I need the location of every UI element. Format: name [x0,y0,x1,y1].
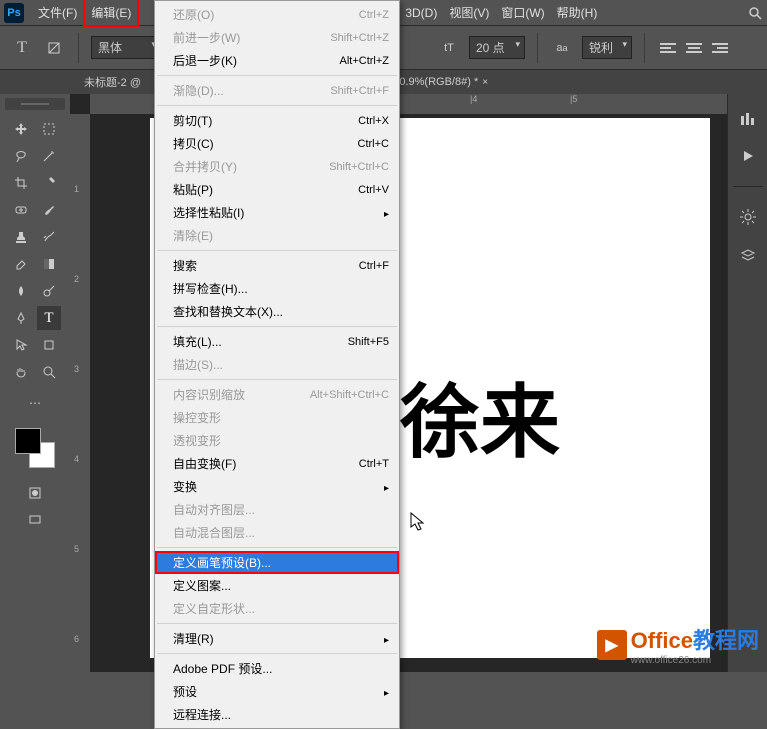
toolbox-grip[interactable] [5,98,65,110]
align-right-button[interactable] [709,38,731,58]
zoom-tool[interactable] [37,360,61,384]
menu-item: 自动对齐图层... [155,498,399,521]
align-center-button[interactable] [683,38,705,58]
move-tool[interactable] [9,117,33,141]
menu-item[interactable]: 拼写检查(H)... [155,277,399,300]
tab-doc1[interactable]: 未标题-2 @ [84,74,141,90]
crop-tool[interactable] [9,171,33,195]
wand-tool[interactable] [37,144,61,168]
menu-item: 渐隐(D)...Shift+Ctrl+F [155,79,399,102]
layers-icon[interactable] [736,243,760,267]
menu-item[interactable]: 定义画笔预设(B)... [155,551,399,574]
more-tools[interactable]: ⋯ [23,391,47,415]
watermark-text1: Office [631,628,693,653]
menu-item[interactable]: Adobe PDF 预设... [155,657,399,680]
menu-item: 内容识别缩放Alt+Shift+Ctrl+C [155,383,399,406]
menu-item: 自动混合图层... [155,521,399,544]
font-size-icon: tT [437,36,461,60]
menu-item[interactable]: 变换 [155,475,399,498]
font-size-dropdown[interactable]: 20 点 [469,36,525,59]
menu-view[interactable]: 视图(V) [443,0,495,25]
text-align-group [657,38,731,58]
menu-item[interactable]: 选择性粘贴(I) [155,201,399,224]
menu-item: 合并拷贝(Y)Shift+Ctrl+C [155,155,399,178]
menu-item[interactable]: 剪切(T)Ctrl+X [155,109,399,132]
menu-item: 描边(S)... [155,353,399,376]
color-swatches[interactable] [15,428,55,468]
menu-help[interactable]: 帮助(H) [551,0,604,25]
menu-item[interactable]: 远程连接... [155,703,399,726]
orientation-icon[interactable] [42,36,66,60]
font-family-dropdown[interactable]: 黑体 [91,36,161,59]
stamp-tool[interactable] [9,225,33,249]
watermark-logo: ▶ [597,630,627,660]
right-panel [727,94,767,672]
panel-icon-1[interactable] [736,106,760,130]
heal-tool[interactable] [9,198,33,222]
quickmask-icon[interactable] [23,481,47,505]
type-tool[interactable]: T [37,306,61,330]
watermark-url: www.office26.com [631,655,759,666]
menu-window[interactable]: 窗口(W) [495,0,550,25]
lasso-tool[interactable] [9,144,33,168]
menu-3d[interactable]: 3D(D) [399,2,443,24]
dodge-tool[interactable] [37,279,61,303]
menu-item[interactable]: 预设 [155,680,399,703]
canvas-text-content: 徐来 [400,358,560,474]
align-left-button[interactable] [657,38,679,58]
menu-item: 透视变形 [155,429,399,452]
toolbox: T ⋯ [0,94,70,672]
menu-item[interactable]: 自由变换(F)Ctrl+T [155,452,399,475]
gear-icon[interactable] [736,205,760,229]
watermark: ▶ Office教程网 www.office26.com [597,623,759,666]
antialias-dropdown[interactable]: 锐利 [582,36,632,59]
ps-logo: Ps [4,3,24,23]
screenmode-icon[interactable] [23,508,47,532]
close-icon[interactable]: × [482,77,488,88]
blur-tool[interactable] [9,279,33,303]
menu-item[interactable]: 填充(L)...Shift+F5 [155,330,399,353]
menu-item[interactable]: 清理(R) [155,627,399,650]
menu-item[interactable]: 搜索Ctrl+F [155,254,399,277]
eyedropper-tool[interactable] [37,171,61,195]
menu-item[interactable]: 拷贝(C)Ctrl+C [155,132,399,155]
search-icon[interactable] [743,1,767,25]
menu-item[interactable]: 查找和替换文本(X)... [155,300,399,323]
antialias-icon: aa [550,36,574,60]
artboard-tool[interactable] [37,117,61,141]
eraser-tool[interactable] [9,252,33,276]
menu-item: 前进一步(W)Shift+Ctrl+Z [155,26,399,49]
menu-item[interactable]: 后退一步(K)Alt+Ctrl+Z [155,49,399,72]
pen-tool[interactable] [9,306,33,330]
shape-tool[interactable] [37,333,61,357]
path-select-tool[interactable] [9,333,33,357]
foreground-color[interactable] [15,428,41,454]
menu-item[interactable]: 定义图案... [155,574,399,597]
gradient-tool[interactable] [37,252,61,276]
menu-item: 操控变形 [155,406,399,429]
brush-tool[interactable] [37,198,61,222]
watermark-text2: 教程网 [693,628,759,653]
menu-item: 清除(E) [155,224,399,247]
ruler-vertical: 1 2 3 4 5 6 [70,114,90,672]
menu-edit[interactable]: 编辑(E) [83,0,139,27]
hand-tool[interactable] [9,360,33,384]
edit-menu-dropdown: 还原(O)Ctrl+Z前进一步(W)Shift+Ctrl+Z后退一步(K)Alt… [154,0,400,729]
menu-item: 还原(O)Ctrl+Z [155,3,399,26]
menu-item: 定义自定形状... [155,597,399,620]
menu-file[interactable]: 文件(F) [32,0,83,25]
play-icon[interactable] [736,144,760,168]
history-brush-tool[interactable] [37,225,61,249]
menu-item[interactable]: 粘贴(P)Ctrl+V [155,178,399,201]
text-tool-icon: T [10,36,34,60]
